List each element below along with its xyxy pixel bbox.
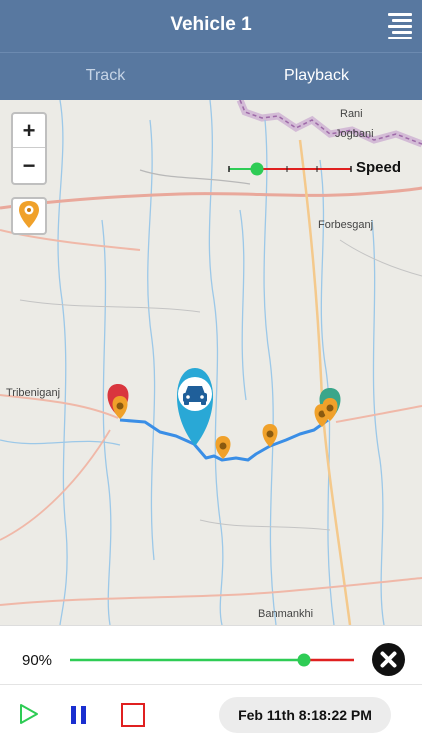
divider [0, 684, 422, 685]
play-button[interactable] [18, 702, 40, 726]
progress-percent: 90% [22, 652, 53, 669]
close-icon [380, 651, 397, 668]
zoom-in-button[interactable]: + [13, 114, 45, 148]
speed-slider-thumb [250, 162, 264, 176]
playback-controls: 90% Feb 11th 8:18:22 PM [0, 625, 422, 750]
page-title: Vehicle 1 [170, 14, 252, 35]
place-label: Jogbani [335, 128, 374, 140]
close-button[interactable] [372, 643, 405, 676]
zoom-control: + − [11, 112, 47, 185]
tab-track[interactable]: Track [0, 67, 211, 85]
vehicle-marker [176, 368, 214, 446]
speed-label: Speed [356, 159, 402, 176]
play-icon [20, 704, 38, 724]
place-label: Rani [340, 108, 363, 120]
menu-line [392, 19, 412, 22]
playback-timestamp: Feb 11th 8:18:22 PM [219, 697, 391, 733]
pause-button[interactable] [68, 703, 90, 727]
menu-line [388, 25, 412, 28]
progress-slider-thumb [297, 653, 311, 667]
map-view[interactable]: Rani Jogbani Forbesganj Tribeniganj Banm… [0, 100, 422, 625]
place-label: Banmankhi [258, 608, 314, 620]
app: Vehicle 1 Track Playback Rani Jogbani Fo… [0, 0, 422, 750]
tab-playback[interactable]: Playback [211, 67, 422, 85]
stop-button[interactable] [121, 703, 145, 727]
hamburger-menu-icon [388, 13, 412, 16]
stop-marker [215, 436, 231, 459]
stop-marker [112, 396, 128, 419]
place-label: Forbesganj [318, 219, 374, 231]
location-pin-icon [19, 201, 39, 228]
tab-bar: Track Playback [0, 52, 422, 100]
menu-line [392, 31, 412, 34]
progress-slider[interactable] [70, 650, 356, 670]
locate-button[interactable] [11, 197, 47, 235]
menu-line [388, 37, 412, 39]
place-label: Tribeniganj [6, 387, 61, 399]
menu-button[interactable] [388, 13, 412, 39]
pause-icon [71, 706, 86, 724]
header: Vehicle 1 [0, 0, 422, 52]
zoom-out-button[interactable]: − [13, 149, 45, 183]
